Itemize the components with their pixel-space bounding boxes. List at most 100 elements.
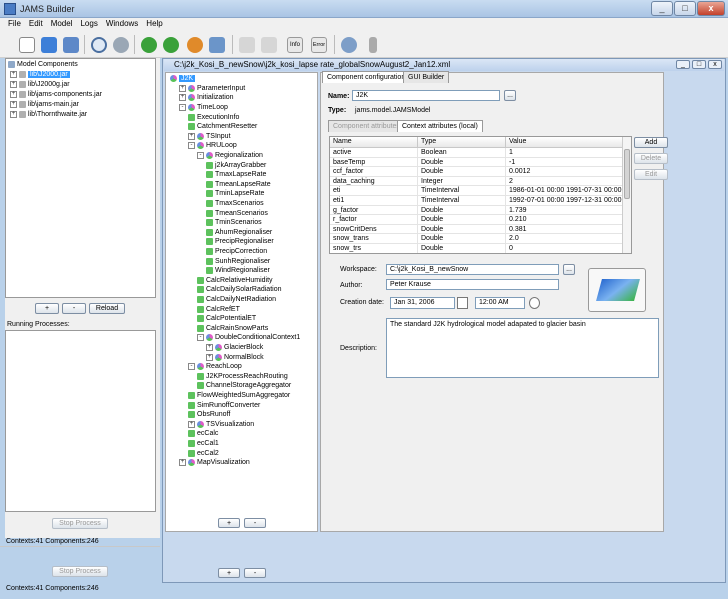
column-header-name[interactable]: Name — [330, 137, 418, 148]
jar-item[interactable]: + lib\J2000.jar — [10, 70, 70, 80]
paste-button[interactable] — [258, 34, 279, 55]
workspace-field[interactable]: C:\j2k_Kosi_B_newSnow — [386, 264, 559, 275]
tree-node[interactable]: - HRULoop — [188, 141, 237, 151]
edit-attribute-button[interactable]: Edit — [634, 169, 668, 180]
table-row[interactable]: data_caching Integer 2 — [330, 176, 623, 187]
save-button[interactable] — [60, 34, 81, 55]
table-cell[interactable]: Double — [418, 157, 506, 168]
tree-node[interactable]: CalcRefET — [197, 304, 240, 314]
collapse-icon[interactable]: - — [188, 363, 195, 371]
tree-node[interactable]: ecCalc — [188, 429, 218, 439]
table-row[interactable]: g_factor Double 1.739 — [330, 205, 623, 216]
tree-node[interactable]: + GlacierBlock — [206, 343, 263, 353]
settings-button[interactable] — [110, 34, 131, 55]
table-cell[interactable]: Double — [418, 215, 506, 225]
tree-node[interactable]: FlowWeightedSumAggregator — [188, 391, 290, 401]
jar-item[interactable]: + lib\J2000g.jar — [10, 80, 70, 90]
table-cell[interactable]: Double — [418, 224, 506, 235]
table-cell[interactable]: 2.0 — [506, 234, 623, 244]
stop-process-button[interactable]: Stop Process — [52, 518, 108, 529]
scrollbar-thumb[interactable] — [624, 149, 630, 199]
tree-node[interactable]: J2KProcessReachRouting — [197, 372, 288, 382]
table-cell[interactable]: g_factor — [330, 205, 418, 216]
tree-node[interactable]: TmeanLapseRate — [206, 180, 271, 190]
tab-gui-builder[interactable]: GUI Builder — [403, 71, 450, 83]
tab-component-configuration[interactable]: Component configuration — [322, 71, 411, 83]
tree-node[interactable]: SunhRegionaliser — [206, 256, 270, 266]
column-header-value[interactable]: Value — [506, 137, 623, 148]
tree-node[interactable]: - ReachLoop — [188, 362, 242, 372]
tree-node[interactable]: + NormalBlock — [206, 352, 264, 362]
tree-remove-button[interactable]: - — [244, 568, 266, 578]
table-row[interactable]: active Boolean 1 — [330, 148, 623, 158]
table-cell[interactable]: Double — [418, 205, 506, 216]
tab-context-attributes[interactable]: Context attributes (local) — [397, 120, 483, 132]
expand-icon[interactable]: + — [179, 459, 186, 467]
menu-help[interactable]: Help — [142, 18, 166, 31]
column-header-type[interactable]: Type — [418, 137, 506, 148]
name-browse-button[interactable]: ... — [504, 90, 516, 101]
tree-remove-button[interactable]: - — [244, 518, 266, 528]
table-cell[interactable]: data_caching — [330, 176, 418, 187]
table-row[interactable]: eti1 TimeInterval 1992-07-01 00:00 1997-12… — [330, 196, 623, 206]
table-scrollbar[interactable] — [622, 137, 631, 253]
tree-add-button[interactable]: + — [218, 568, 240, 578]
open-button[interactable] — [38, 34, 59, 55]
tree-node[interactable]: TmaxLapseRate — [206, 170, 266, 180]
table-cell[interactable]: eti1 — [330, 196, 418, 206]
table-row[interactable]: snow_trs Double 0 — [330, 244, 623, 253]
jar-item[interactable]: + lib\jams-main.jar — [10, 100, 79, 110]
table-cell[interactable]: 1 — [506, 148, 623, 158]
error-log-button[interactable]: Error — [308, 34, 330, 55]
expand-icon[interactable]: + — [179, 94, 186, 102]
table-cell[interactable]: TimeInterval — [418, 196, 506, 206]
creation-time-field[interactable]: 12:00 AM — [475, 297, 525, 309]
collapse-icon[interactable]: - — [179, 104, 186, 112]
tree-node[interactable]: WindRegionaliser — [206, 266, 270, 276]
tree-node[interactable]: AhumRegionaliser — [206, 228, 272, 238]
expand-icon[interactable]: + — [188, 132, 195, 140]
table-cell[interactable]: 0.0012 — [506, 167, 623, 177]
maximize-button[interactable]: □ — [674, 1, 696, 16]
clock-icon[interactable] — [529, 297, 540, 309]
tree-node[interactable]: CalcPotentialET — [197, 314, 256, 324]
tree-node[interactable]: CalcDailySolarRadiation — [197, 285, 281, 295]
table-cell[interactable]: Boolean — [418, 148, 506, 158]
internal-close-button[interactable]: x — [708, 60, 722, 69]
menu-logs[interactable]: Logs — [76, 18, 101, 31]
table-cell[interactable]: eti — [330, 186, 418, 196]
expand-icon[interactable]: + — [10, 111, 17, 119]
table-cell[interactable]: baseTemp — [330, 157, 418, 168]
tree-node[interactable]: J2K — [170, 74, 196, 84]
tree-node[interactable]: CalcRainSnowParts — [197, 324, 268, 334]
table-cell[interactable]: r_factor — [330, 215, 418, 225]
stop-process-button-bottom[interactable]: Stop Process — [52, 566, 108, 577]
expand-icon[interactable]: + — [10, 81, 17, 89]
table-row[interactable]: r_factor Double 0.210 — [330, 215, 623, 225]
table-cell[interactable]: snowCritDens — [330, 224, 418, 235]
table-cell[interactable]: 0.381 — [506, 224, 623, 235]
jar-item[interactable]: + lib\Thornthwaite.jar — [10, 110, 87, 120]
tree-node[interactable]: TmaxScenarios — [206, 199, 264, 209]
collapse-icon[interactable]: - — [188, 142, 195, 150]
tree-node[interactable]: TminScenarios — [206, 218, 262, 228]
tree-node[interactable]: ExecutionInfo — [188, 112, 239, 122]
menu-edit[interactable]: Edit — [25, 18, 47, 31]
minimize-button[interactable]: _ — [651, 1, 673, 16]
expand-icon[interactable]: + — [10, 91, 17, 99]
expand-icon[interactable]: + — [10, 101, 17, 109]
tree-node[interactable]: CatchmentResetter — [188, 122, 257, 132]
tree-node[interactable]: - DoubleConditionalContext1 — [197, 333, 300, 343]
tree-node[interactable]: + TSInput — [188, 132, 231, 142]
copy-button[interactable] — [236, 34, 257, 55]
tree-node[interactable]: ObsRunoff — [188, 410, 230, 420]
tree-node[interactable]: - TimeLoop — [179, 103, 228, 113]
tree-node[interactable]: ecCal2 — [188, 448, 219, 458]
tree-node[interactable]: ChannelStorageAggregator — [197, 381, 291, 391]
description-field[interactable]: The standard J2K hydrological model adap… — [386, 318, 659, 378]
menu-windows[interactable]: Windows — [102, 18, 142, 31]
tree-node[interactable]: + ParameterInput — [179, 84, 245, 94]
tree-node[interactable]: PrecipCorrection — [206, 247, 267, 257]
remove-jar-button[interactable]: - — [62, 303, 86, 314]
new-model-button[interactable] — [16, 34, 37, 55]
